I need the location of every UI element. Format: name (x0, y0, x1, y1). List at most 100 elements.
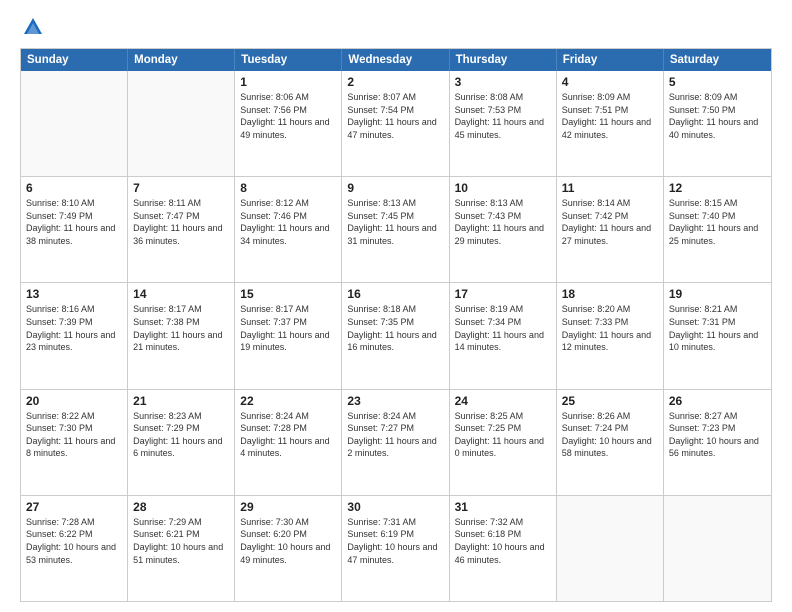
day-info: Sunrise: 8:18 AM Sunset: 7:35 PM Dayligh… (347, 303, 443, 353)
day-info: Sunrise: 8:07 AM Sunset: 7:54 PM Dayligh… (347, 91, 443, 141)
calendar-cell: 21Sunrise: 8:23 AM Sunset: 7:29 PM Dayli… (128, 390, 235, 495)
calendar-week-row: 27 Sunrise: 7:28 AM Sunset: 6:22 PM Dayli… (21, 496, 771, 601)
calendar-cell: 1 Sunrise: 8:06 AM Sunset: 7:56 PM Daylig… (235, 71, 342, 176)
calendar-cell (21, 71, 128, 176)
calendar-cell: 17Sunrise: 8:19 AM Sunset: 7:34 PM Dayli… (450, 283, 557, 388)
day-number: 15 (240, 287, 336, 301)
day-number: 7 (133, 181, 229, 195)
calendar-cell: 9 Sunrise: 8:13 AM Sunset: 7:45 PM Daylig… (342, 177, 449, 282)
day-info: Sunrise: 8:20 AM Sunset: 7:33 PM Dayligh… (562, 303, 658, 353)
calendar-cell: 20Sunrise: 8:22 AM Sunset: 7:30 PM Dayli… (21, 390, 128, 495)
calendar-week-row: 6Sunrise: 8:10 AM Sunset: 7:49 PM Daylig… (21, 177, 771, 283)
day-info: Sunrise: 8:11 AM Sunset: 7:47 PM Dayligh… (133, 197, 229, 247)
calendar-header-cell: Thursday (450, 49, 557, 71)
day-number: 19 (669, 287, 766, 301)
day-number: 3 (455, 75, 551, 89)
calendar-header-cell: Monday (128, 49, 235, 71)
calendar-cell: 19 Sunrise: 8:21 AM Sunset: 7:31 PM Dayli… (664, 283, 771, 388)
calendar-header-cell: Saturday (664, 49, 771, 71)
calendar-cell: 22Sunrise: 8:24 AM Sunset: 7:28 PM Dayli… (235, 390, 342, 495)
day-info: Sunrise: 7:28 AM Sunset: 6:22 PM Dayligh… (26, 516, 122, 566)
calendar-cell: 18 Sunrise: 8:20 AM Sunset: 7:33 PM Dayli… (557, 283, 664, 388)
calendar-cell: 5 Sunrise: 8:09 AM Sunset: 7:50 PM Daylig… (664, 71, 771, 176)
calendar-cell (128, 71, 235, 176)
day-info: Sunrise: 8:17 AM Sunset: 7:38 PM Dayligh… (133, 303, 229, 353)
calendar-cell: 23 Sunrise: 8:24 AM Sunset: 7:27 PM Dayli… (342, 390, 449, 495)
day-info: Sunrise: 8:23 AM Sunset: 7:29 PM Dayligh… (133, 410, 229, 460)
day-number: 1 (240, 75, 336, 89)
day-info: Sunrise: 8:10 AM Sunset: 7:49 PM Dayligh… (26, 197, 122, 247)
day-info: Sunrise: 8:25 AM Sunset: 7:25 PM Dayligh… (455, 410, 551, 460)
day-number: 16 (347, 287, 443, 301)
day-number: 8 (240, 181, 336, 195)
day-info: Sunrise: 8:17 AM Sunset: 7:37 PM Dayligh… (240, 303, 336, 353)
day-info: Sunrise: 8:21 AM Sunset: 7:31 PM Dayligh… (669, 303, 766, 353)
calendar-cell: 27 Sunrise: 7:28 AM Sunset: 6:22 PM Dayli… (21, 496, 128, 601)
calendar-cell (557, 496, 664, 601)
day-info: Sunrise: 8:22 AM Sunset: 7:30 PM Dayligh… (26, 410, 122, 460)
day-number: 30 (347, 500, 443, 514)
calendar-cell: 2 Sunrise: 8:07 AM Sunset: 7:54 PM Daylig… (342, 71, 449, 176)
day-info: Sunrise: 8:14 AM Sunset: 7:42 PM Dayligh… (562, 197, 658, 247)
day-number: 9 (347, 181, 443, 195)
day-info: Sunrise: 8:13 AM Sunset: 7:43 PM Dayligh… (455, 197, 551, 247)
day-info: Sunrise: 8:16 AM Sunset: 7:39 PM Dayligh… (26, 303, 122, 353)
day-number: 27 (26, 500, 122, 514)
calendar-cell (664, 496, 771, 601)
day-info: Sunrise: 8:24 AM Sunset: 7:27 PM Dayligh… (347, 410, 443, 460)
day-info: Sunrise: 7:32 AM Sunset: 6:18 PM Dayligh… (455, 516, 551, 566)
calendar-header-row: SundayMondayTuesdayWednesdayThursdayFrid… (21, 49, 771, 71)
day-info: Sunrise: 8:12 AM Sunset: 7:46 PM Dayligh… (240, 197, 336, 247)
day-number: 5 (669, 75, 766, 89)
day-info: Sunrise: 8:26 AM Sunset: 7:24 PM Dayligh… (562, 410, 658, 460)
calendar-cell: 6Sunrise: 8:10 AM Sunset: 7:49 PM Daylig… (21, 177, 128, 282)
calendar-cell: 15 Sunrise: 8:17 AM Sunset: 7:37 PM Dayli… (235, 283, 342, 388)
day-info: Sunrise: 8:13 AM Sunset: 7:45 PM Dayligh… (347, 197, 443, 247)
day-info: Sunrise: 7:30 AM Sunset: 6:20 PM Dayligh… (240, 516, 336, 566)
day-number: 11 (562, 181, 658, 195)
calendar-cell: 14 Sunrise: 8:17 AM Sunset: 7:38 PM Dayli… (128, 283, 235, 388)
day-info: Sunrise: 8:06 AM Sunset: 7:56 PM Dayligh… (240, 91, 336, 141)
day-number: 25 (562, 394, 658, 408)
day-number: 4 (562, 75, 658, 89)
calendar-week-row: 13 Sunrise: 8:16 AM Sunset: 7:39 PM Dayli… (21, 283, 771, 389)
calendar-header-cell: Tuesday (235, 49, 342, 71)
logo-icon (22, 16, 44, 38)
day-number: 14 (133, 287, 229, 301)
calendar-cell: 10 Sunrise: 8:13 AM Sunset: 7:43 PM Dayli… (450, 177, 557, 282)
day-info: Sunrise: 8:24 AM Sunset: 7:28 PM Dayligh… (240, 410, 336, 460)
day-info: Sunrise: 8:27 AM Sunset: 7:23 PM Dayligh… (669, 410, 766, 460)
calendar-cell: 26Sunrise: 8:27 AM Sunset: 7:23 PM Dayli… (664, 390, 771, 495)
day-number: 12 (669, 181, 766, 195)
calendar: SundayMondayTuesdayWednesdayThursdayFrid… (20, 48, 772, 602)
day-number: 18 (562, 287, 658, 301)
day-number: 23 (347, 394, 443, 408)
day-number: 31 (455, 500, 551, 514)
calendar-cell: 25 Sunrise: 8:26 AM Sunset: 7:24 PM Dayli… (557, 390, 664, 495)
calendar-cell: 4 Sunrise: 8:09 AM Sunset: 7:51 PM Daylig… (557, 71, 664, 176)
calendar-cell: 30 Sunrise: 7:31 AM Sunset: 6:19 PM Dayli… (342, 496, 449, 601)
day-number: 17 (455, 287, 551, 301)
calendar-week-row: 1 Sunrise: 8:06 AM Sunset: 7:56 PM Daylig… (21, 71, 771, 177)
day-number: 2 (347, 75, 443, 89)
calendar-header-cell: Wednesday (342, 49, 449, 71)
day-info: Sunrise: 8:08 AM Sunset: 7:53 PM Dayligh… (455, 91, 551, 141)
calendar-cell: 12 Sunrise: 8:15 AM Sunset: 7:40 PM Dayli… (664, 177, 771, 282)
calendar-cell: 24Sunrise: 8:25 AM Sunset: 7:25 PM Dayli… (450, 390, 557, 495)
calendar-cell: 8 Sunrise: 8:12 AM Sunset: 7:46 PM Daylig… (235, 177, 342, 282)
calendar-cell: 29Sunrise: 7:30 AM Sunset: 6:20 PM Dayli… (235, 496, 342, 601)
day-info: Sunrise: 7:29 AM Sunset: 6:21 PM Dayligh… (133, 516, 229, 566)
day-info: Sunrise: 7:31 AM Sunset: 6:19 PM Dayligh… (347, 516, 443, 566)
day-info: Sunrise: 8:09 AM Sunset: 7:51 PM Dayligh… (562, 91, 658, 141)
calendar-body: 1 Sunrise: 8:06 AM Sunset: 7:56 PM Daylig… (21, 71, 771, 601)
day-number: 13 (26, 287, 122, 301)
logo (20, 18, 44, 38)
calendar-cell: 11 Sunrise: 8:14 AM Sunset: 7:42 PM Dayli… (557, 177, 664, 282)
calendar-week-row: 20Sunrise: 8:22 AM Sunset: 7:30 PM Dayli… (21, 390, 771, 496)
day-number: 10 (455, 181, 551, 195)
header (20, 18, 772, 38)
calendar-cell: 31 Sunrise: 7:32 AM Sunset: 6:18 PM Dayli… (450, 496, 557, 601)
day-info: Sunrise: 8:09 AM Sunset: 7:50 PM Dayligh… (669, 91, 766, 141)
day-info: Sunrise: 8:15 AM Sunset: 7:40 PM Dayligh… (669, 197, 766, 247)
calendar-cell: 28Sunrise: 7:29 AM Sunset: 6:21 PM Dayli… (128, 496, 235, 601)
